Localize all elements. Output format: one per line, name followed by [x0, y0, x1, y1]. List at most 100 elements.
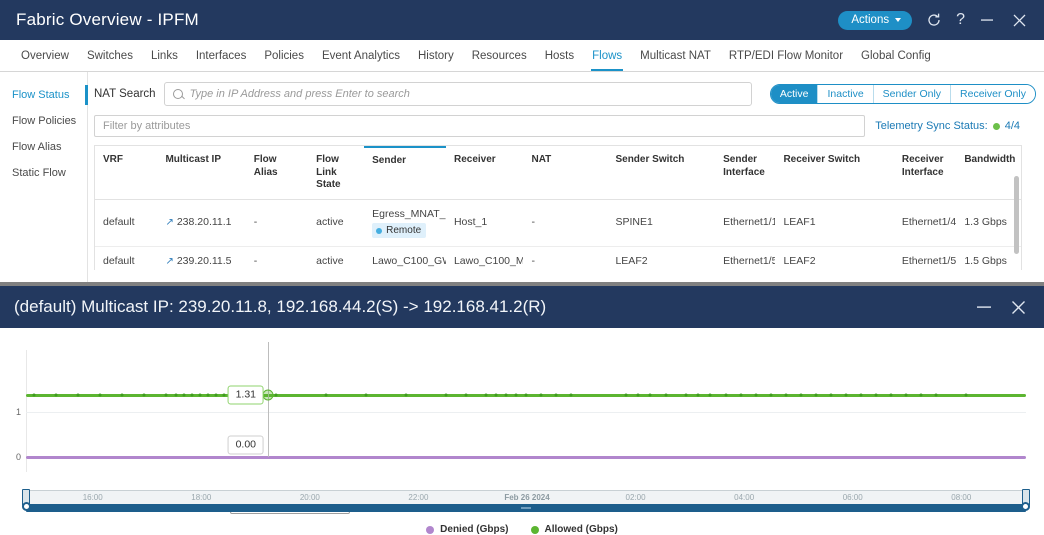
series-data-point [524, 393, 528, 397]
segment-inactive[interactable]: Inactive [818, 85, 874, 103]
range-slider-tick-label: 02:00 [625, 493, 646, 502]
legend-item-allowed[interactable]: Allowed (Gbps) [530, 524, 618, 535]
filter-placeholder: Filter by attributes [103, 120, 191, 132]
series-data-point [569, 393, 573, 397]
series-data-point [404, 393, 408, 397]
refresh-icon[interactable] [926, 12, 942, 28]
col-flow-link-state[interactable]: Flow Link State [308, 147, 365, 200]
tab-interfaces[interactable]: Interfaces [187, 50, 256, 71]
actions-button[interactable]: Actions [838, 10, 913, 30]
segment-sender-only[interactable]: Sender Only [873, 85, 952, 103]
tab-event-analytics[interactable]: Event Analytics [313, 50, 409, 71]
tab-resources[interactable]: Resources [463, 50, 536, 71]
col-bandwidth[interactable]: Bandwidth [956, 147, 1021, 200]
series-data-point [274, 393, 278, 397]
sparkline-icon[interactable]: ↗ [165, 217, 173, 228]
range-slider-track[interactable]: 16:00 18:00 20:00 22:00 Feb 26 2024 02:00 04:0… [26, 490, 1026, 505]
tab-switches[interactable]: Switches [78, 50, 142, 71]
sparkline-icon[interactable]: ↗ [165, 256, 173, 267]
minimize-icon[interactable] [979, 12, 995, 28]
help-icon[interactable]: ? [956, 11, 965, 29]
tab-history[interactable]: History [409, 50, 463, 71]
range-slider-tick-label: 08:00 [951, 493, 972, 502]
range-slider-tick-label: 18:00 [191, 493, 212, 502]
cell-sender-interface: Ethernet1/1 [715, 199, 776, 248]
status-badge-label: Remote [386, 225, 422, 237]
series-data-point [444, 393, 448, 397]
table-vertical-scrollbar[interactable] [1014, 176, 1019, 254]
tab-multicast-nat[interactable]: Multicast NAT [631, 50, 720, 71]
col-nat[interactable]: NAT [523, 147, 608, 200]
col-receiver-interface[interactable]: Receiver Interface [893, 147, 957, 200]
col-receiver-switch[interactable]: Receiver Switch [775, 147, 894, 200]
segment-receiver-only[interactable]: Receiver Only [951, 85, 1035, 103]
tab-global-config[interactable]: Global Config [852, 50, 940, 71]
col-receiver[interactable]: Receiver [445, 147, 524, 200]
chart-range-slider[interactable]: 16:00 18:00 20:00 22:00 Feb 26 2024 02:00 04:0… [22, 489, 1030, 520]
series-data-point [844, 393, 848, 397]
sidebar-item-static-flow[interactable]: Static Flow [0, 160, 87, 186]
series-data-point [464, 393, 468, 397]
series-data-point [964, 393, 968, 397]
legend-swatch-denied [426, 525, 435, 534]
col-sender-interface[interactable]: Sender Interface [715, 147, 776, 200]
legend-item-denied[interactable]: Denied (Gbps) [426, 524, 509, 535]
tab-hosts[interactable]: Hosts [536, 50, 583, 71]
sidebar-item-flow-policies[interactable]: Flow Policies [0, 108, 87, 134]
main-tabbar: Overview Switches Links Interfaces Polic… [0, 40, 1044, 72]
range-slider-knob-right[interactable] [1021, 502, 1030, 511]
series-data-point [514, 393, 518, 397]
tab-policies[interactable]: Policies [255, 50, 313, 71]
table-row[interactable]: default ↗ 238.20.11.1 - active Egress_MNA… [95, 199, 1021, 248]
close-icon[interactable] [1009, 298, 1028, 317]
series-data-point [784, 393, 788, 397]
flow-detail-window: (default) Multicast IP: 239.20.11.8, 192… [0, 286, 1044, 535]
chart-plot-area[interactable]: 1 0 1.31 0.00 [16, 342, 1026, 472]
nat-search-label: NAT Search [94, 88, 156, 100]
multicast-ip-value: 238.20.11.1 [176, 216, 232, 229]
series-denied-line[interactable] [26, 456, 1026, 459]
col-sender[interactable]: Sender [364, 146, 446, 200]
col-flow-alias[interactable]: Flow Alias [245, 147, 309, 200]
cell-multicast-ip[interactable]: ↗ 239.20.11.5 [157, 246, 246, 270]
col-vrf[interactable]: VRF [95, 147, 158, 200]
cell-sender-switch: SPINE1 [607, 199, 716, 248]
series-data-point [198, 393, 202, 397]
series-data-point [206, 393, 210, 397]
tab-links[interactable]: Links [142, 50, 187, 71]
col-sender-switch[interactable]: Sender Switch [607, 147, 716, 200]
gridline-1 [26, 412, 1026, 413]
nat-search-input[interactable]: Type in IP Address and press Enter to se… [163, 82, 752, 106]
filter-input[interactable]: Filter by attributes [94, 115, 866, 137]
range-slider-knob-left[interactable] [22, 502, 31, 511]
y-axis-line [26, 350, 27, 472]
tab-flows[interactable]: Flows [583, 50, 631, 71]
cell-flow-link-state[interactable]: active [308, 199, 365, 248]
flow-status-content: NAT Search Type in IP Address and press … [88, 72, 1044, 282]
telemetry-sync-label: Telemetry Sync Status: [875, 120, 988, 132]
tab-overview[interactable]: Overview [12, 50, 78, 71]
series-data-point [684, 393, 688, 397]
table-row[interactable]: default ↗ 239.20.11.5 - active Lawo_C100_… [95, 246, 1021, 270]
close-icon[interactable] [1011, 12, 1028, 29]
chart-legend: Denied (Gbps) Allowed (Gbps) [0, 524, 1044, 535]
range-slider-bar[interactable] [26, 504, 1026, 512]
cell-multicast-ip[interactable]: ↗ 238.20.11.1 [157, 199, 246, 248]
page-title: Fabric Overview - IPFM [16, 10, 199, 29]
tab-rtp-edi-flow-monitor[interactable]: RTP/EDI Flow Monitor [720, 50, 852, 71]
series-data-point [724, 393, 728, 397]
minimize-icon[interactable] [975, 298, 993, 316]
nat-search-placeholder: Type in IP Address and press Enter to se… [189, 88, 410, 100]
range-slider-tick-label: 04:00 [734, 493, 755, 502]
nat-search-row: NAT Search Type in IP Address and press … [94, 82, 1036, 106]
remote-dot-icon [376, 227, 383, 234]
series-data-point [739, 393, 743, 397]
cell-flow-link-state[interactable]: active [308, 246, 365, 270]
col-multicast-ip[interactable]: Multicast IP [157, 147, 246, 200]
cell-receiver-interface: Ethernet1/53 [893, 246, 957, 270]
range-slider-tick-label: 22:00 [408, 493, 429, 502]
series-data-point [696, 393, 700, 397]
segment-active[interactable]: Active [770, 85, 819, 103]
sidebar-item-flow-alias[interactable]: Flow Alias [0, 134, 87, 160]
sidebar-item-flow-status[interactable]: Flow Status [0, 82, 88, 108]
